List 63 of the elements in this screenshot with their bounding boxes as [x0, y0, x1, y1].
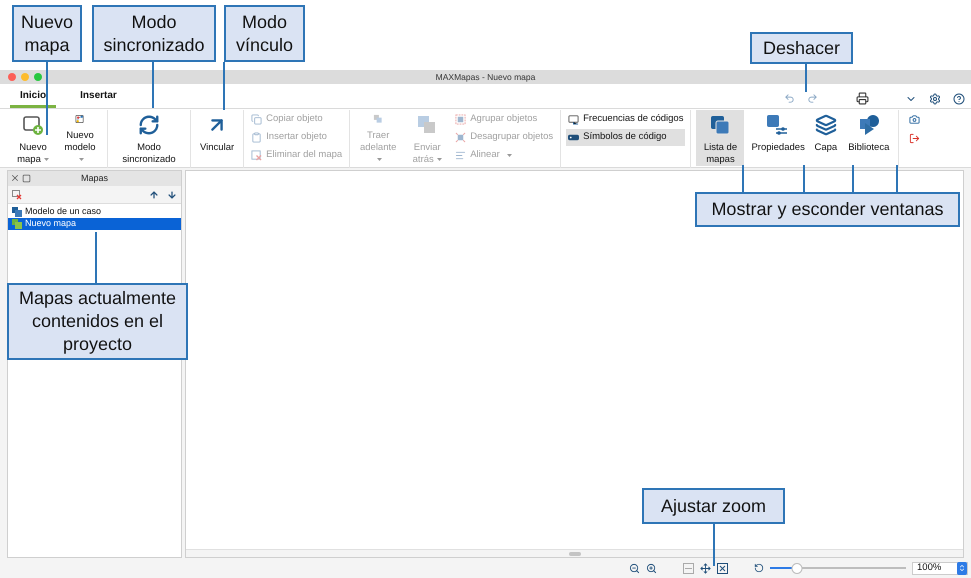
callout-label: Deshacer — [750, 32, 853, 64]
zoom-slider[interactable] — [770, 562, 906, 574]
remove-icon — [251, 150, 262, 161]
ribbon-button[interactable]: Biblioteca — [844, 110, 894, 166]
leader-line — [713, 524, 715, 566]
camera-icon[interactable] — [909, 114, 920, 125]
zoom-field[interactable]: 100% — [912, 562, 968, 574]
ribbon-button[interactable]: Modo sincronizado — [113, 110, 185, 166]
callout-label: Modo sincronizado — [92, 5, 216, 62]
print-icon[interactable] — [856, 92, 869, 105]
delete-map-icon[interactable] — [12, 190, 22, 200]
leader-line — [95, 232, 97, 283]
leader-line — [896, 165, 898, 192]
callout-label: Nuevo mapa — [12, 5, 82, 62]
leader-line — [152, 62, 154, 108]
map-icon — [12, 219, 22, 229]
zoom-out-icon[interactable] — [629, 562, 640, 574]
window-title: MAXMapas - Nuevo mapa — [436, 70, 536, 84]
ribbon-button[interactable]: Símbolos de código — [566, 129, 686, 146]
clipboard-icon — [251, 132, 262, 143]
properties-icon — [766, 114, 788, 136]
map-list-item[interactable]: Nuevo mapa — [8, 218, 181, 230]
leader-line — [742, 165, 744, 192]
ribbon-tab[interactable]: Insertar — [70, 88, 127, 108]
callout-label: Mostrar y esconder ventanas — [695, 192, 960, 227]
copy-icon — [251, 114, 262, 125]
align-icon — [455, 150, 466, 161]
move-up-icon[interactable] — [149, 190, 159, 200]
ungroup-icon — [455, 132, 466, 143]
ribbon-button[interactable]: Propiedades — [747, 110, 808, 166]
layers-icon — [814, 114, 837, 136]
reset-zoom-icon[interactable] — [754, 563, 764, 573]
stepper-button[interactable] — [957, 562, 967, 574]
settings-icon[interactable] — [929, 92, 941, 104]
stepper-icon — [958, 564, 966, 572]
ribbon-button[interactable]: Nuevo modelo — [58, 110, 102, 166]
group-icon — [455, 114, 466, 125]
leader-line — [803, 165, 805, 192]
new-map-icon — [22, 114, 44, 136]
ribbon-button[interactable]: Lista de mapas — [696, 110, 744, 166]
leader-line — [852, 165, 854, 192]
panel-title: Mapas — [80, 172, 108, 185]
help-icon[interactable] — [953, 92, 965, 104]
windows-icon — [709, 114, 732, 136]
callout-label: Modo vínculo — [224, 5, 305, 62]
slider-thumb[interactable] — [792, 562, 803, 574]
leader-line — [805, 64, 807, 92]
map-icon — [12, 207, 22, 217]
close-icon[interactable] — [10, 173, 20, 183]
exit-icon[interactable] — [909, 133, 920, 144]
tag-icon — [568, 132, 580, 143]
map-list-item[interactable]: Modelo de un caso — [8, 206, 181, 218]
callout-label: Ajustar zoom — [642, 488, 785, 524]
horizontal-scrollbar[interactable] — [186, 549, 963, 557]
callout-label: Mapas actualmente contenidos en el proyecto — [7, 283, 188, 360]
move-down-icon[interactable] — [167, 190, 177, 200]
zoom-in-icon[interactable] — [646, 562, 657, 574]
ribbon-button[interactable]: Frecuencias de códigos — [566, 111, 686, 128]
ribbon-button[interactable]: Capa — [810, 110, 842, 166]
undock-icon[interactable] — [22, 174, 31, 183]
sync-icon — [138, 114, 160, 136]
leader-line — [223, 62, 225, 110]
ribbon-button[interactable]: Vincular — [196, 110, 238, 166]
